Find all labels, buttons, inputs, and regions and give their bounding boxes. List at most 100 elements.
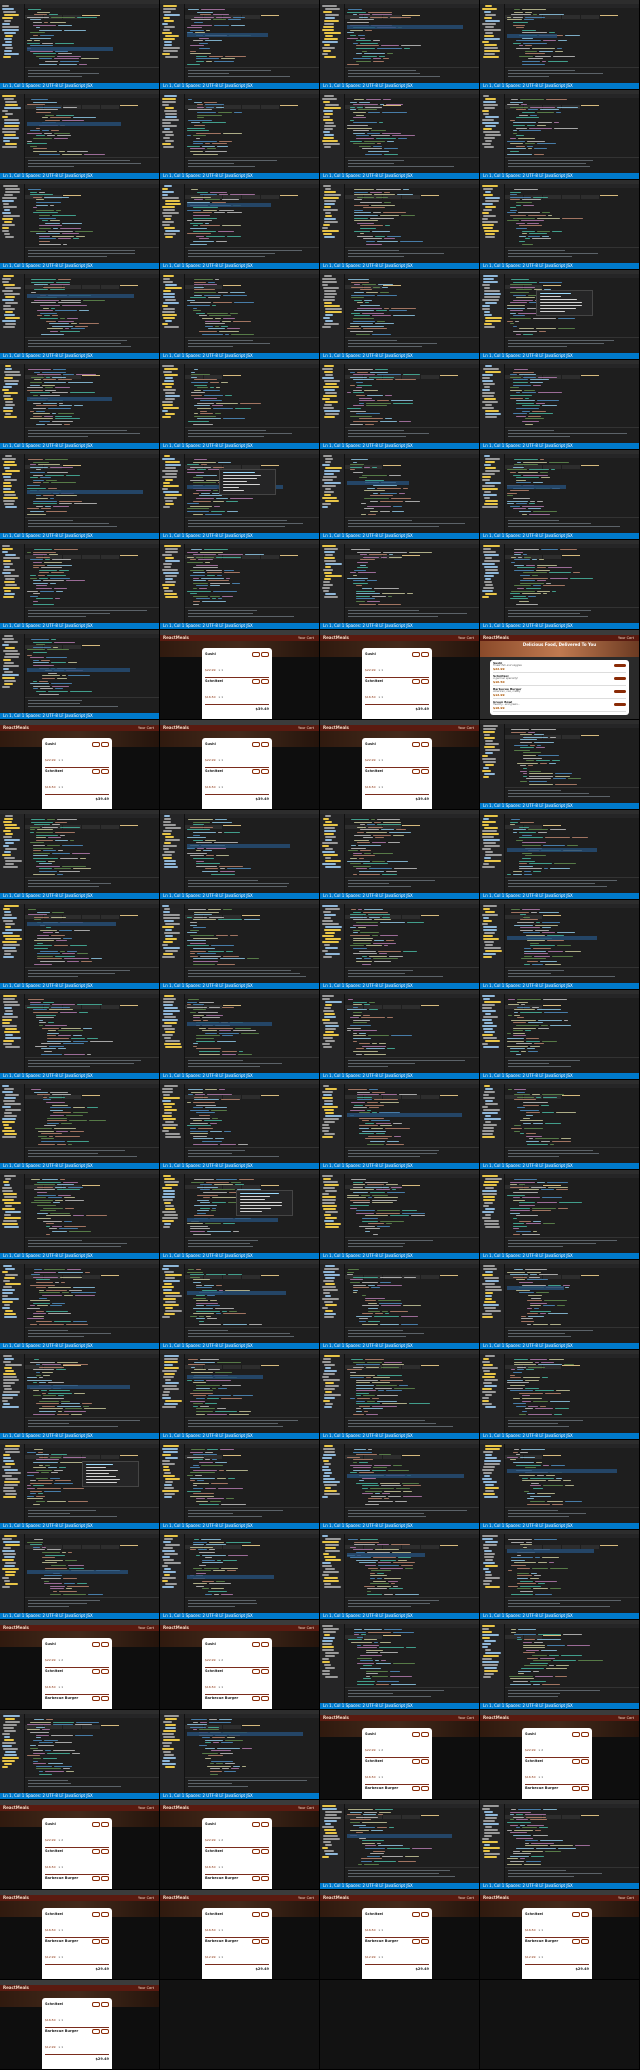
explorer-item[interactable] [4,1448,19,1450]
explorer-item[interactable] [163,857,172,859]
explorer-item[interactable] [163,1292,180,1294]
explorer-item[interactable] [323,50,331,52]
explorer-item[interactable] [324,404,332,406]
explorer-item[interactable] [483,761,496,763]
explorer-item[interactable] [482,1004,495,1006]
explorer-item[interactable] [484,386,490,388]
explorer-item[interactable] [485,134,501,136]
explorer-item[interactable] [323,131,330,133]
explorer-item[interactable] [2,572,11,574]
explorer-item[interactable] [325,1112,334,1114]
explorer-item[interactable] [162,416,171,418]
explorer-item[interactable] [485,1040,500,1042]
explorer-item[interactable] [163,572,179,574]
increase-button[interactable] [261,679,269,684]
explorer-item[interactable] [4,233,10,235]
explorer-item[interactable] [2,1187,12,1189]
explorer-item[interactable] [325,815,331,817]
explorer-item[interactable] [5,413,11,415]
explorer-item[interactable] [325,953,340,955]
explorer-item[interactable] [4,953,11,955]
explorer-item[interactable] [162,383,174,385]
explorer-item[interactable] [164,326,179,328]
explorer-item[interactable] [5,1463,15,1465]
explorer-item[interactable] [162,470,178,472]
explorer-item[interactable] [163,845,177,847]
explorer-item[interactable] [164,1388,179,1390]
explorer-item[interactable] [163,371,172,373]
explorer-item[interactable] [322,326,331,328]
explorer-item[interactable] [3,1541,20,1543]
explorer-item[interactable] [164,593,177,595]
explorer-item[interactable] [484,464,491,466]
explorer-item[interactable] [325,1403,333,1405]
code-editor[interactable] [25,1359,159,1417]
explorer-item[interactable] [324,1493,340,1495]
explorer-item[interactable] [324,1451,335,1453]
explorer-item[interactable] [3,482,11,484]
explorer-item[interactable] [163,1013,173,1015]
code-editor[interactable] [345,1449,479,1507]
explorer-item[interactable] [325,17,335,19]
explorer-item[interactable] [5,317,20,319]
explorer-item[interactable] [485,26,494,28]
explorer-item[interactable] [485,740,493,742]
explorer-item[interactable] [164,1007,178,1009]
explorer-item[interactable] [162,1025,172,1027]
explorer-item[interactable] [323,1034,339,1036]
increase-button[interactable] [101,742,109,747]
explorer-item[interactable] [324,578,331,580]
explorer-item[interactable] [324,596,338,598]
explorer-item[interactable] [5,401,13,403]
explorer-item[interactable] [324,365,334,367]
explorer-item[interactable] [482,770,491,772]
explorer-item[interactable] [165,398,175,400]
explorer-item[interactable] [165,218,171,220]
explorer-item[interactable] [325,104,339,106]
explorer-item[interactable] [484,1220,499,1222]
explorer-item[interactable] [483,1196,495,1198]
explorer-item[interactable] [324,125,336,127]
explorer-item[interactable] [323,143,340,145]
explorer-item[interactable] [322,1130,329,1132]
explorer-item[interactable] [3,326,15,328]
explorer-item[interactable] [162,212,179,214]
explorer-item[interactable] [325,8,340,10]
explorer-item[interactable] [164,1178,175,1180]
explorer-item[interactable] [483,545,500,547]
explorer-item[interactable] [325,860,341,862]
explorer-item[interactable] [3,944,20,946]
explorer-item[interactable] [4,905,19,907]
explorer-item[interactable] [485,1100,493,1102]
explorer-item[interactable] [3,1385,11,1387]
code-editor[interactable] [505,9,639,67]
explorer-item[interactable] [323,584,333,586]
explorer-item[interactable] [483,1097,495,1099]
explorer-item[interactable] [485,1445,502,1447]
explorer-item[interactable] [483,95,489,97]
explorer-item[interactable] [4,314,15,316]
explorer-item[interactable] [2,932,13,934]
explorer-item[interactable] [323,1280,334,1282]
autocomplete-popup[interactable] [536,290,593,316]
explorer-item[interactable] [5,1493,17,1495]
explorer-item[interactable] [483,1037,497,1039]
code-editor[interactable] [25,1449,159,1507]
autocomplete-popup[interactable] [236,1190,293,1216]
explorer-item[interactable] [3,998,15,1000]
explorer-item[interactable] [2,389,9,391]
explorer-item[interactable] [165,1379,171,1381]
explorer-item[interactable] [164,26,175,28]
explorer-item[interactable] [3,1376,17,1378]
explorer-item[interactable] [165,1301,176,1303]
explorer-item[interactable] [325,1115,342,1117]
explorer-item[interactable] [3,407,13,409]
explorer-item[interactable] [163,824,176,826]
explorer-item[interactable] [322,1124,329,1126]
explorer-item[interactable] [323,1289,338,1291]
explorer-item[interactable] [5,1472,21,1474]
explorer-item[interactable] [485,584,493,586]
explorer-item[interactable] [163,38,175,40]
explorer-item[interactable] [165,1295,182,1297]
code-editor[interactable] [185,459,319,517]
